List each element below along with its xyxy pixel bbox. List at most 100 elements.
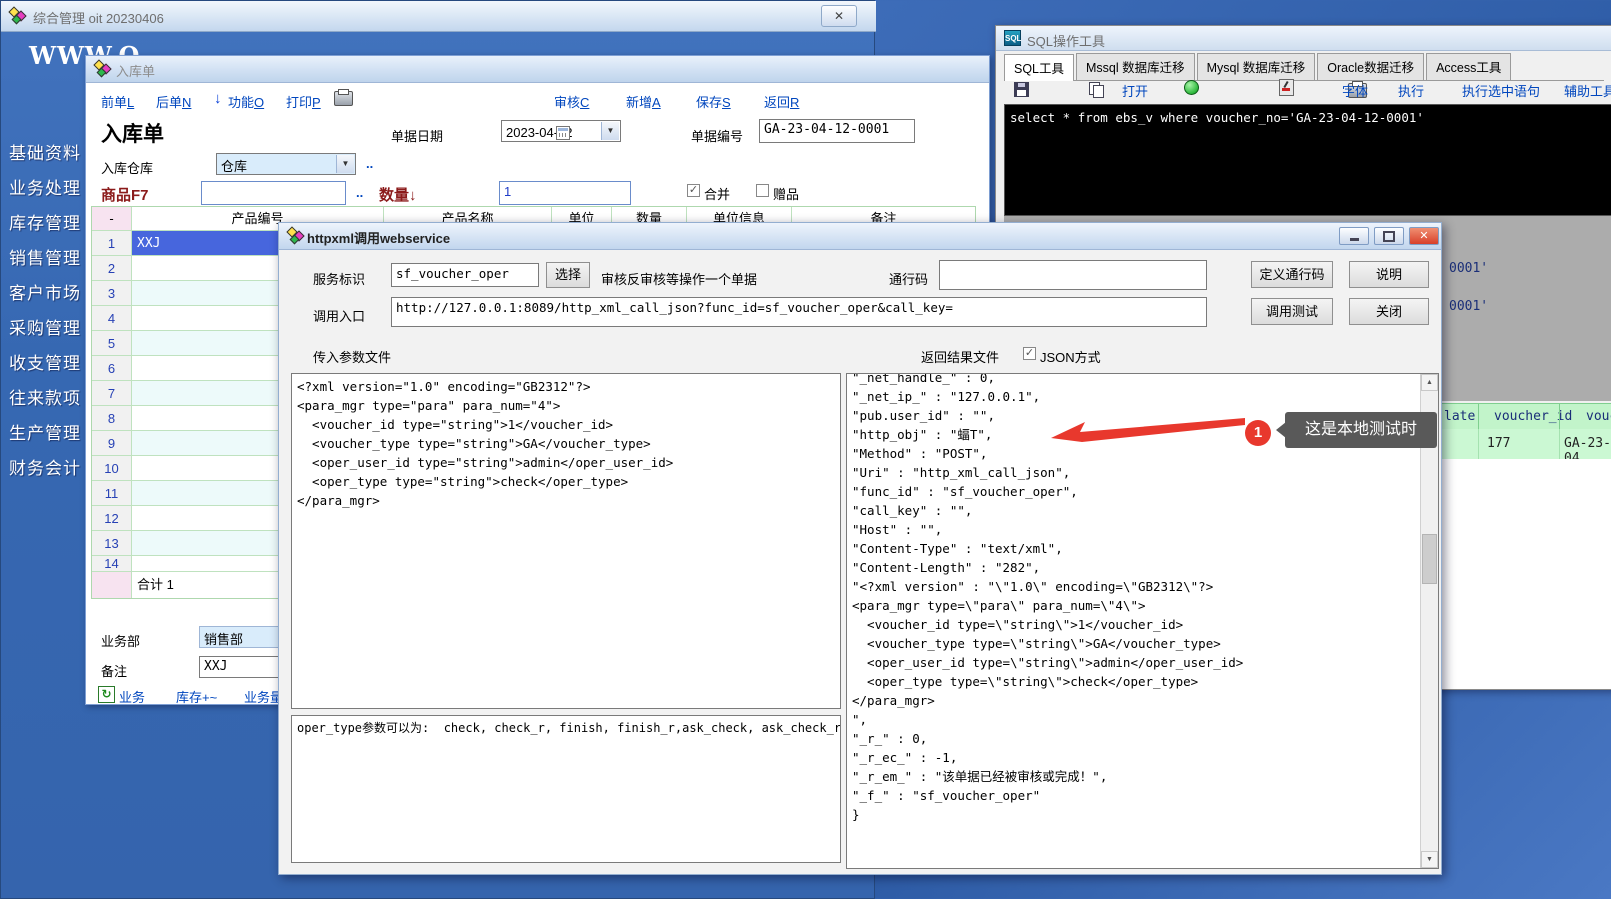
- plotter-icon[interactable]: [1279, 79, 1294, 96]
- prev-hotkey: L: [127, 95, 134, 110]
- result-header-voucher-id[interactable]: voucher_id: [1494, 409, 1572, 424]
- qty-label: 数量↓: [379, 184, 417, 205]
- row-number: 14: [92, 556, 132, 571]
- sidebar-item-finance[interactable]: 财务会计: [9, 454, 91, 479]
- date-input[interactable]: 2023-04-12 ▼: [501, 120, 621, 142]
- service-id-input[interactable]: sf_voucher_oper: [391, 263, 539, 287]
- product-input[interactable]: [201, 181, 346, 205]
- footer-link-business[interactable]: 业务: [119, 687, 145, 706]
- result-file-label: 返回结果文件: [921, 347, 999, 366]
- prev-voucher-button[interactable]: 前单L: [101, 92, 134, 111]
- app-diamond-icon: [94, 60, 110, 76]
- audit-button[interactable]: 审核C: [554, 92, 589, 111]
- sidebar-item-business[interactable]: 业务处理: [9, 174, 91, 199]
- sidebar-item-payments[interactable]: 收支管理: [9, 349, 91, 374]
- sidebar-item-base-data[interactable]: 基础资料: [9, 139, 91, 164]
- json-scrollbar[interactable]: ▲ ▼: [1420, 374, 1438, 868]
- tab-sql-tools[interactable]: SQL工具: [1004, 54, 1074, 81]
- output-fragment: 0001': [1449, 261, 1488, 276]
- sql-app-icon: SQL: [1004, 30, 1021, 46]
- date-dropdown-arrow-icon[interactable]: ▼: [601, 122, 619, 140]
- tab-access-tools[interactable]: Access工具: [1426, 53, 1511, 80]
- close-button[interactable]: ✕: [1409, 227, 1439, 245]
- open-link[interactable]: 打开: [1122, 81, 1148, 100]
- functions-button[interactable]: 功能O: [228, 92, 264, 111]
- form-heading: 入库单: [101, 118, 164, 148]
- flask-icon[interactable]: [1184, 80, 1199, 95]
- next-label: 后单: [156, 95, 182, 110]
- sidebar-item-purchasing[interactable]: 采购管理: [9, 314, 91, 339]
- add-button[interactable]: 新增A: [626, 92, 661, 111]
- warehouse-combo[interactable]: 仓库 ▼: [216, 153, 356, 175]
- row-number: 1: [92, 231, 132, 255]
- entry-window-title: 入库单: [116, 61, 155, 80]
- define-passcode-button[interactable]: 定义通行码: [1251, 261, 1333, 288]
- result-header-voucher-no[interactable]: vouc: [1586, 409, 1611, 424]
- sidebar-item-accounts[interactable]: 往来款项: [9, 384, 91, 409]
- add-label: 新增: [626, 95, 652, 110]
- minimize-button[interactable]: [1339, 227, 1369, 245]
- run-selected-link[interactable]: 执行选中语句: [1462, 81, 1540, 100]
- maximize-icon: [1383, 231, 1395, 242]
- font-link[interactable]: 字体: [1342, 81, 1368, 100]
- json-result-box[interactable]: "_net_handle_" : 0, "_net_ip_" : "127.0.…: [846, 373, 1439, 869]
- sidebar-item-production[interactable]: 生产管理: [9, 419, 91, 444]
- date-label: 单据日期: [391, 126, 443, 145]
- grid-corner-header[interactable]: -: [92, 207, 132, 230]
- calendar-icon[interactable]: [556, 126, 570, 140]
- select-button[interactable]: 选择: [546, 262, 590, 288]
- main-close-button[interactable]: ✕: [821, 5, 857, 27]
- entry-point-input[interactable]: http://127.0.0.1:8089/http_xml_call_json…: [391, 297, 1207, 327]
- voucher-no-input[interactable]: GA-23-04-12-0001: [759, 119, 915, 143]
- back-button[interactable]: 返回R: [764, 92, 799, 111]
- scroll-down-icon[interactable]: ▼: [1421, 851, 1438, 868]
- total-label: 合计: [137, 577, 163, 592]
- qty-input[interactable]: 1: [499, 181, 631, 205]
- merge-checkbox[interactable]: ✓: [687, 184, 700, 197]
- json-mode-checkbox[interactable]: ✓: [1023, 347, 1036, 360]
- xml-params-box[interactable]: <?xml version="1.0" encoding="GB2312"?> …: [291, 373, 841, 709]
- scroll-up-icon[interactable]: ▲: [1421, 374, 1438, 391]
- tab-oracle-migration[interactable]: Oracle数据迁移: [1317, 53, 1424, 80]
- sidebar-item-customers[interactable]: 客户市场: [9, 279, 91, 304]
- warehouse-dropdown-arrow-icon[interactable]: ▼: [336, 155, 354, 173]
- run-link[interactable]: 执行: [1398, 81, 1424, 100]
- row-number: 6: [92, 356, 132, 380]
- save-icon[interactable]: [1014, 82, 1029, 97]
- scrollbar-thumb[interactable]: [1422, 534, 1437, 584]
- row-number: 7: [92, 381, 132, 405]
- passcode-input[interactable]: [939, 260, 1207, 290]
- warehouse-lookup-button[interactable]: ..: [366, 156, 373, 171]
- test-call-button[interactable]: 调用测试: [1251, 298, 1333, 325]
- aux-tools-link[interactable]: 辅助工具: [1564, 81, 1611, 100]
- oper-type-note-box[interactable]: oper_type参数可以为: check, check_r, finish, …: [291, 715, 841, 863]
- minimize-icon: [1350, 238, 1359, 241]
- tab-mysql-migration[interactable]: Mysql 数据库迁移: [1197, 53, 1316, 80]
- next-voucher-button[interactable]: 后单N: [156, 92, 191, 111]
- oper-type-note-text: oper_type参数可以为: check, check_r, finish, …: [292, 716, 840, 741]
- save-button[interactable]: 保存S: [696, 92, 731, 111]
- help-button[interactable]: 说明: [1349, 261, 1429, 288]
- sql-editor[interactable]: select * from ebs_v where voucher_no='GA…: [1004, 104, 1611, 216]
- result-header-date[interactable]: late: [1444, 409, 1475, 424]
- print-hotkey: P: [312, 95, 321, 110]
- copy-icon[interactable]: [1089, 82, 1104, 97]
- save-label: 保存: [696, 95, 722, 110]
- sidebar-item-sales[interactable]: 销售管理: [9, 244, 91, 269]
- dialog-title: httpxml调用webservice: [307, 228, 450, 247]
- passcode-label: 通行码: [889, 269, 928, 288]
- print-label: 打印: [286, 95, 312, 110]
- func-label: 功能: [228, 95, 254, 110]
- print-button[interactable]: 打印P: [286, 92, 321, 111]
- maximize-button[interactable]: [1374, 227, 1404, 245]
- tab-mssql-migration[interactable]: Mssql 数据库迁移: [1076, 53, 1195, 80]
- refresh-icon[interactable]: ↻: [98, 686, 115, 703]
- printer-icon[interactable]: [334, 91, 353, 106]
- footer-link-inventory[interactable]: 库存+~: [176, 687, 217, 706]
- row-number: 5: [92, 331, 132, 355]
- close-dialog-button[interactable]: 关闭: [1349, 298, 1429, 325]
- json-mode-label: JSON方式: [1040, 347, 1101, 366]
- gift-checkbox[interactable]: [756, 184, 769, 197]
- sidebar-item-inventory[interactable]: 库存管理: [9, 209, 91, 234]
- product-lookup-button[interactable]: ..: [356, 185, 363, 200]
